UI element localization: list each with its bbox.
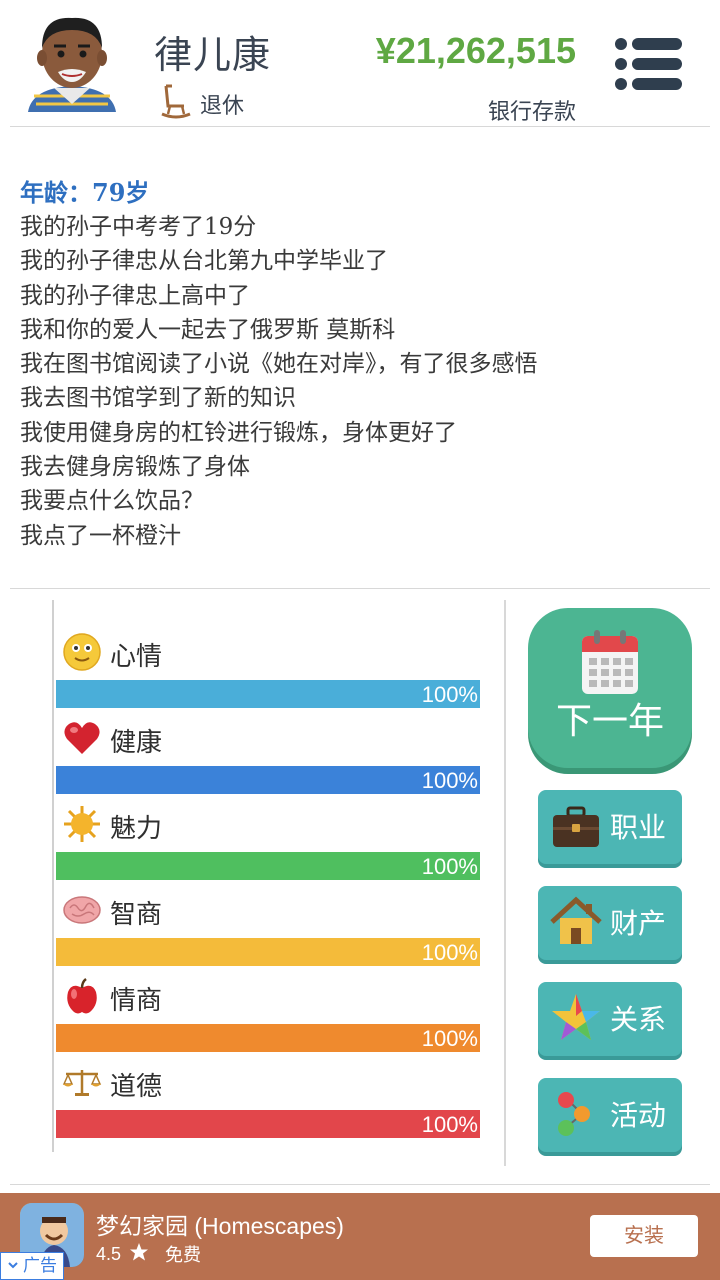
relations-button[interactable]: 关系 — [538, 982, 682, 1056]
ad-rating: 4.5 免费 — [96, 1241, 201, 1267]
bank-balance: ¥21,262,515 — [375, 30, 576, 71]
stat-label: 心情 — [110, 640, 163, 671]
log-line: 我使用健身房的杠铃进行锻炼，身体更好了 — [20, 419, 457, 446]
stat-label: 情商 — [110, 984, 163, 1015]
star-icon — [550, 992, 602, 1044]
log-line: 我的孙子律忠上高中了 — [20, 282, 250, 309]
stat-percent: 100% — [421, 1112, 478, 1137]
divider — [10, 126, 710, 127]
star-rating-icon — [129, 1242, 149, 1267]
activities-label: 活动 — [610, 1100, 667, 1131]
property-button[interactable]: 财产 — [538, 886, 682, 960]
stat-fill — [56, 680, 480, 708]
log-line: 我的孙子律忠从台北第九中学毕业了 — [20, 248, 388, 275]
house-icon — [550, 896, 602, 948]
stat-bar: 100% — [56, 852, 480, 880]
brain-icon — [62, 890, 102, 935]
ad-title: 梦幻家园 (Homescapes) — [96, 1213, 344, 1239]
stat-morality: 道德 100% — [54, 1062, 482, 1148]
status-label: 退休 — [200, 92, 245, 118]
stat-fill — [56, 938, 480, 966]
stat-fill — [56, 1110, 480, 1138]
stat-iq: 智商 100% — [54, 890, 482, 976]
stat-bar: 100% — [56, 938, 480, 966]
stat-bar: 100% — [56, 1024, 480, 1052]
stat-charm: 魅力 100% — [54, 804, 482, 890]
stat-label: 智商 — [110, 898, 163, 929]
bank-balance-label: 银行存款 — [487, 99, 576, 124]
divider — [10, 588, 710, 589]
next-year-button[interactable]: 下一年 — [528, 608, 692, 768]
heart-icon — [62, 718, 102, 763]
career-label: 职业 — [610, 812, 667, 843]
stat-bar: 100% — [56, 766, 480, 794]
log-line: 我的孙子中考考了19分 — [20, 214, 257, 240]
scales-icon — [62, 1062, 102, 1107]
property-label: 财产 — [610, 908, 667, 939]
log-line: 我点了一杯橙汁 — [20, 522, 181, 549]
stat-label: 道德 — [110, 1070, 163, 1101]
stat-label: 健康 — [110, 726, 163, 757]
career-button[interactable]: 职业 — [538, 790, 682, 864]
stat-fill — [56, 1024, 480, 1052]
stat-fill — [56, 766, 480, 794]
log-line: 我在图书馆阅读了小说《她在对岸》，有了很多感悟 — [20, 351, 538, 378]
stat-percent: 100% — [421, 682, 478, 707]
stat-label: 魅力 — [110, 812, 163, 843]
relations-label: 关系 — [610, 1004, 667, 1035]
menu-icon[interactable] — [612, 36, 684, 92]
stat-bar: 100% — [56, 680, 480, 708]
stat-bar: 100% — [56, 1110, 480, 1138]
ad-rating-value: 4.5 — [96, 1243, 122, 1264]
stat-percent: 100% — [421, 854, 478, 879]
ad-install-button[interactable]: 安装 — [590, 1215, 698, 1257]
event-log: 年龄：79岁 我的孙子中考考了19分 我的孙子律忠从台北第九中学毕业了 我的孙子… — [20, 176, 700, 553]
avatar[interactable] — [24, 8, 120, 120]
next-year-label: 下一年 — [555, 700, 664, 741]
ad-price: 免费 — [165, 1245, 202, 1265]
smiley-icon — [62, 632, 102, 677]
chevron-down-icon — [7, 1253, 19, 1279]
stat-fill — [56, 852, 480, 880]
calendar-icon — [580, 628, 640, 701]
stat-percent: 100% — [421, 768, 478, 793]
divider — [10, 1184, 710, 1185]
stats-panel: 心情 100% 健康 100% 魅力 100% 智商 100% 情商 100% … — [52, 600, 482, 1152]
apple-icon — [62, 976, 102, 1021]
header: 律儿康 退休 ¥21,262,515 银行存款 — [0, 0, 720, 128]
ad-banner[interactable]: 梦幻家园 (Homescapes) 4.5 免费 安装 — [0, 1193, 720, 1280]
divider — [504, 600, 506, 1166]
log-line: 我去健身房锻炼了身体 — [20, 454, 250, 481]
stat-mood: 心情 100% — [54, 632, 482, 718]
log-line: 我和你的爱人一起去了俄罗斯 莫斯科 — [20, 316, 396, 343]
sun-icon — [62, 804, 102, 849]
stat-percent: 100% — [421, 1026, 478, 1051]
activities-icon — [550, 1088, 602, 1140]
character-name: 律儿康 — [154, 35, 272, 77]
stat-percent: 100% — [421, 940, 478, 965]
rocking-chair-icon — [160, 82, 192, 125]
status: 退休 — [160, 82, 244, 125]
ad-tag[interactable]: 广告 — [0, 1252, 64, 1280]
stat-health: 健康 100% — [54, 718, 482, 804]
log-line: 我去图书馆学到了新的知识 — [20, 385, 296, 412]
age-label: 年龄：79岁 — [20, 178, 150, 207]
log-line: 我要点什么饮品？ — [20, 488, 204, 515]
ad-tag-label: 广告 — [23, 1256, 57, 1275]
activities-button[interactable]: 活动 — [538, 1078, 682, 1152]
briefcase-icon — [550, 800, 602, 852]
stat-eq: 情商 100% — [54, 976, 482, 1062]
